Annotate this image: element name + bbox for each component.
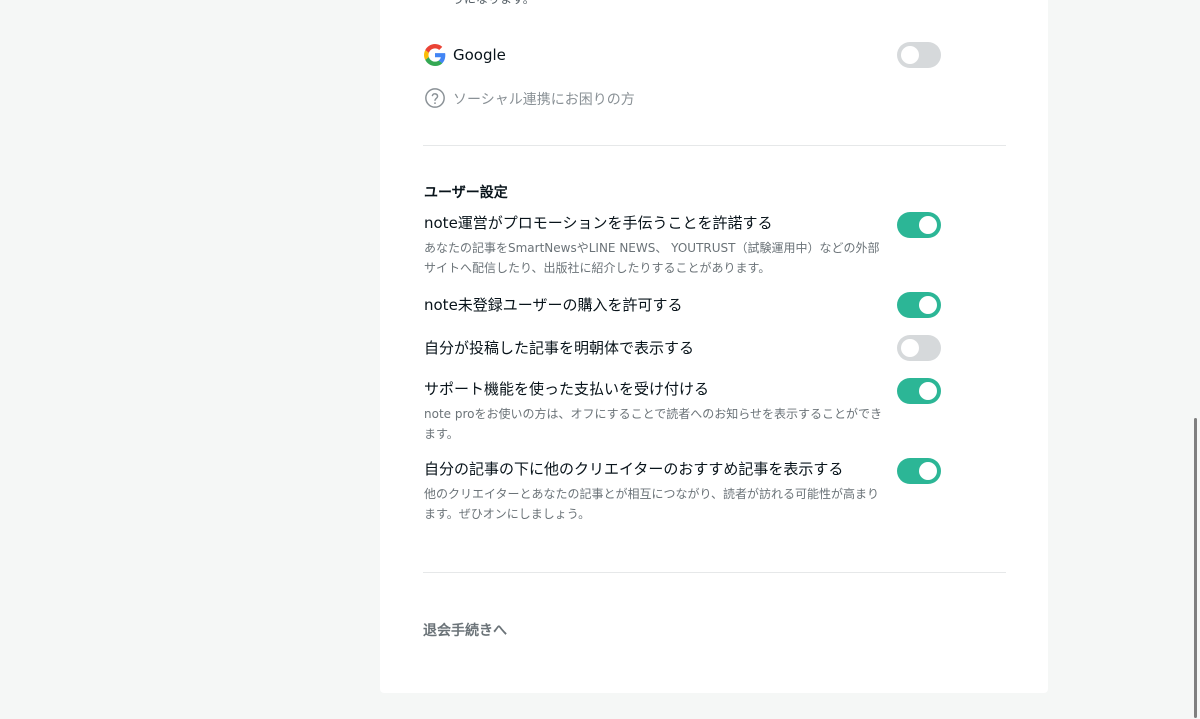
divider <box>423 572 1006 573</box>
setting-label: note運営がプロモーションを手伝うことを許諾する <box>424 214 773 232</box>
toggle-recommend-articles[interactable] <box>897 458 941 484</box>
setting-label: 自分の記事の下に他のクリエイターのおすすめ記事を表示する <box>424 460 844 478</box>
toggle-knob <box>919 462 937 480</box>
setting-label: 自分が投稿した記事を明朝体で表示する <box>424 339 695 357</box>
setting-desc: note proをお使いの方は、オフにすることで読者へのお知らせを表示することが… <box>424 407 883 441</box>
setting-support-payment: サポート機能を使った支払いを受け付ける note proをお使いの方は、オフにす… <box>424 378 884 444</box>
social-help-link[interactable]: ソーシャル連携にお困りの方 <box>424 86 684 110</box>
divider <box>423 145 1006 146</box>
toggle-knob <box>919 296 937 314</box>
google-label: Google <box>453 46 506 64</box>
toggle-promotion[interactable] <box>897 212 941 238</box>
toggle-knob <box>901 339 919 357</box>
toggle-knob <box>901 46 919 64</box>
section-title-user-settings: ユーザー設定 <box>424 185 508 201</box>
google-toggle[interactable] <box>897 42 941 68</box>
setting-desc: 他のクリエイターとあなたの記事とが相互につながり、読者が訪れる可能性が高まります… <box>424 487 880 521</box>
toggle-knob <box>919 382 937 400</box>
help-label: ソーシャル連携にお困りの方 <box>453 92 635 108</box>
toggle-mincho-font[interactable] <box>897 335 941 361</box>
setting-mincho-font: 自分が投稿した記事を明朝体で表示する <box>424 337 884 359</box>
setting-guest-purchase: note未登録ユーザーの購入を許可する <box>424 294 884 316</box>
setting-label: サポート機能を使った支払いを受け付ける <box>424 380 710 398</box>
social-google-row: Google <box>424 42 944 70</box>
setting-desc: あなたの記事をSmartNewsやLINE NEWS、 YOUTRUST（試験運… <box>424 241 880 275</box>
google-icon <box>424 44 446 66</box>
question-circle-icon <box>425 88 445 108</box>
toggle-guest-purchase[interactable] <box>897 292 941 318</box>
toggle-knob <box>919 216 937 234</box>
scrollbar-thumb[interactable] <box>1194 418 1197 718</box>
withdraw-link[interactable]: 退会手続きへ <box>423 620 507 640</box>
setting-label: note未登録ユーザーの購入を許可する <box>424 296 683 314</box>
setting-recommend-articles: 自分の記事の下に他のクリエイターのおすすめ記事を表示する 他のクリエイターとあな… <box>424 458 884 524</box>
social-cut-text: うになります。 <box>452 0 892 9</box>
toggle-support-payment[interactable] <box>897 378 941 404</box>
setting-promotion: note運営がプロモーションを手伝うことを許諾する あなたの記事をSmartNe… <box>424 212 884 278</box>
